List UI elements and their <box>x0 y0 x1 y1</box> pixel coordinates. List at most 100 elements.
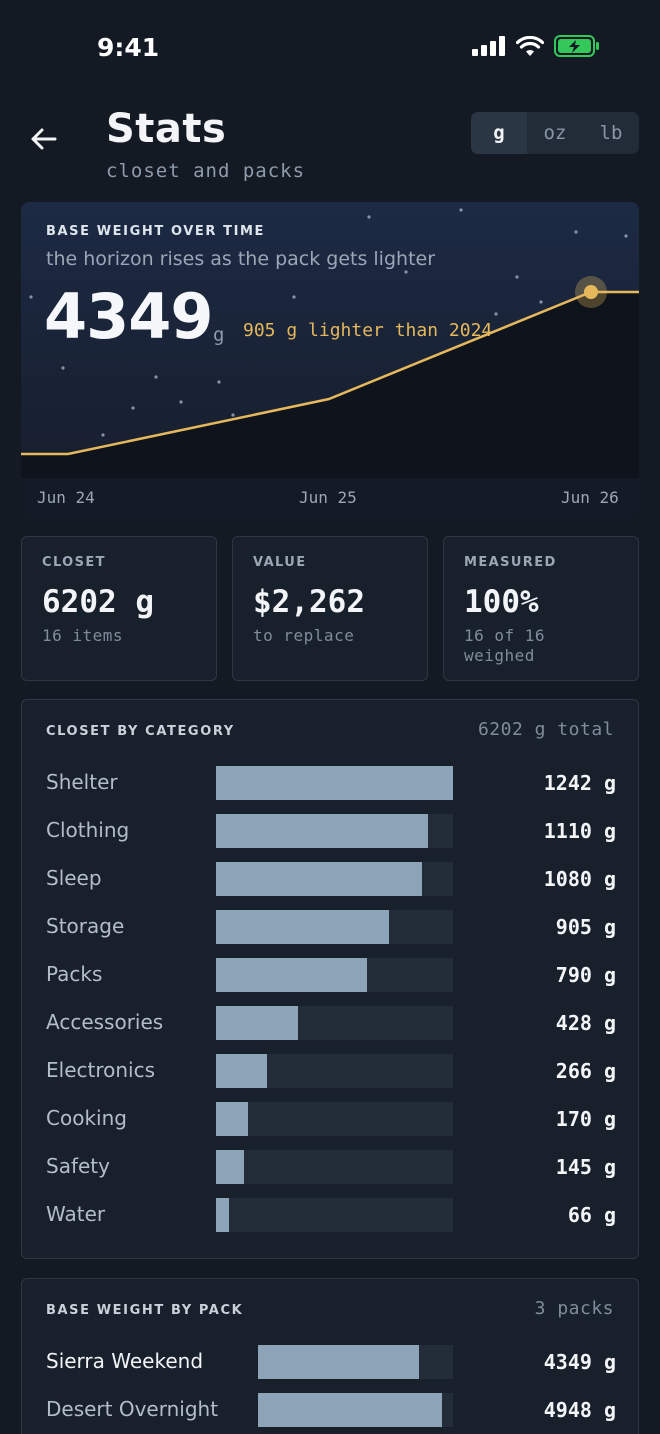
status-icons <box>472 35 600 57</box>
arrow-left-icon <box>31 128 57 150</box>
pack-count: 3 packs <box>534 1298 614 1319</box>
star-decoration <box>292 295 296 299</box>
unit-option-oz[interactable]: oz <box>527 112 583 154</box>
category-row-bar-track <box>216 1102 453 1136</box>
x-tick-label: Jun 25 <box>299 488 357 507</box>
category-row[interactable]: Shelter 1242 g <box>22 766 640 800</box>
category-row[interactable]: Sleep 1080 g <box>22 862 640 896</box>
category-row-label: Packs <box>46 962 103 986</box>
weight-delta: 905 g lighter than 2024 <box>243 320 493 341</box>
category-row-label: Clothing <box>46 818 130 842</box>
pack-row-bar-track <box>258 1345 453 1379</box>
category-row-bar-track <box>216 910 453 944</box>
measured-metric-card: MEASURED 100% 16 of 16 weighed <box>443 536 639 681</box>
metric-value: 100% <box>464 584 539 620</box>
category-row[interactable]: Storage 905 g <box>22 910 640 944</box>
star-decoration <box>131 406 135 410</box>
category-row-bar <box>216 958 367 992</box>
star-decoration <box>179 400 183 404</box>
category-row-value: 790 g <box>555 963 616 987</box>
category-total: 6202 g total <box>477 719 614 740</box>
star-decoration <box>539 300 543 304</box>
star-decoration <box>217 380 221 384</box>
category-heading: CLOSET BY CATEGORY <box>46 724 235 739</box>
battery-charging-icon <box>554 35 599 57</box>
pack-row-label: Sierra Weekend <box>46 1349 204 1373</box>
category-row-value: 1110 g <box>543 819 616 843</box>
pack-row-label: Desert Overnight <box>46 1397 219 1421</box>
category-row-value: 1242 g <box>543 771 616 795</box>
category-row[interactable]: Electronics 266 g <box>22 1054 640 1088</box>
unit-option-lb[interactable]: lb <box>583 112 639 154</box>
star-decoration <box>154 375 158 379</box>
star-decoration <box>29 295 33 299</box>
x-tick-label: Jun 24 <box>37 488 95 507</box>
category-row-bar <box>216 766 453 800</box>
category-row-value: 145 g <box>555 1155 616 1179</box>
category-row[interactable]: Accessories 428 g <box>22 1006 640 1040</box>
category-row-bar-track <box>216 862 453 896</box>
pack-row[interactable]: Desert Overnight 4948 g <box>22 1393 640 1427</box>
category-row-label: Shelter <box>46 770 118 794</box>
base-weight-value: 4349 <box>44 280 214 353</box>
metric-label: MEASURED <box>464 555 557 570</box>
pack-row-bar-track <box>258 1393 453 1427</box>
pack-row-value: 4349 g <box>543 1350 616 1374</box>
star-decoration <box>231 413 235 417</box>
category-row[interactable]: Packs 790 g <box>22 958 640 992</box>
status-time: 9:41 <box>97 33 160 62</box>
category-row-bar <box>216 1102 248 1136</box>
category-row-value: 905 g <box>555 915 616 939</box>
category-row-bar-track <box>216 1150 453 1184</box>
pack-row[interactable]: Sierra Weekend 4349 g <box>22 1345 640 1379</box>
chart-title: BASE WEIGHT OVER TIME <box>46 224 266 239</box>
unit-option-g[interactable]: g <box>471 112 527 154</box>
category-row-label: Electronics <box>46 1058 156 1082</box>
base-weight-unit: g <box>213 324 225 346</box>
category-row-label: Water <box>46 1202 106 1226</box>
base-weight-chart-card: BASE WEIGHT OVER TIME the horizon rises … <box>21 202 639 518</box>
category-row-value: 170 g <box>555 1107 616 1131</box>
category-row-bar-track <box>216 1006 453 1040</box>
closet-by-category-card: CLOSET BY CATEGORY 6202 g total Shelter 1… <box>21 699 639 1259</box>
star-decoration <box>61 366 65 370</box>
unit-toggle[interactable]: g oz lb <box>471 112 639 154</box>
category-row-bar-track <box>216 958 453 992</box>
metric-sub: 16 items <box>42 626 124 645</box>
star-decoration <box>624 234 628 238</box>
star-decoration <box>404 270 408 274</box>
star-decoration <box>459 208 463 212</box>
page-title: Stats <box>106 106 227 152</box>
metric-label: CLOSET <box>42 555 106 570</box>
category-row-bar <box>216 910 389 944</box>
category-row-bar <box>216 1054 267 1088</box>
category-row-label: Storage <box>46 914 125 938</box>
base-weight-by-pack-card: BASE WEIGHT BY PACK 3 packs Sierra Weeke… <box>21 1278 639 1434</box>
star-decoration <box>101 433 105 437</box>
wifi-icon <box>516 35 544 56</box>
x-tick-label: Jun 26 <box>561 488 619 507</box>
category-row-bar <box>216 862 422 896</box>
star-decoration <box>367 215 371 219</box>
closet-metric-card: CLOSET 6202 g 16 items <box>21 536 217 681</box>
pack-row-bar <box>258 1393 442 1427</box>
category-row[interactable]: Cooking 170 g <box>22 1102 640 1136</box>
pack-row-value: 4948 g <box>543 1398 616 1422</box>
cellular-signal-icon <box>472 36 505 56</box>
category-row-value: 66 g <box>567 1203 616 1227</box>
star-decoration <box>574 230 578 234</box>
star-decoration <box>515 275 519 279</box>
category-row[interactable]: Clothing 1110 g <box>22 814 640 848</box>
category-row-bar <box>216 814 428 848</box>
back-button[interactable] <box>26 122 60 156</box>
category-row-bar <box>216 1150 244 1184</box>
value-metric-card: VALUE $2,262 to replace <box>232 536 428 681</box>
metric-value: 6202 g <box>42 584 154 620</box>
category-row-value: 428 g <box>555 1011 616 1035</box>
pack-heading: BASE WEIGHT BY PACK <box>46 1303 244 1318</box>
category-row[interactable]: Safety 145 g <box>22 1150 640 1184</box>
category-row[interactable]: Water 66 g <box>22 1198 640 1232</box>
page-subtitle: closet and packs <box>106 160 306 182</box>
pack-row-bar <box>258 1345 419 1379</box>
category-row-label: Safety <box>46 1154 110 1178</box>
